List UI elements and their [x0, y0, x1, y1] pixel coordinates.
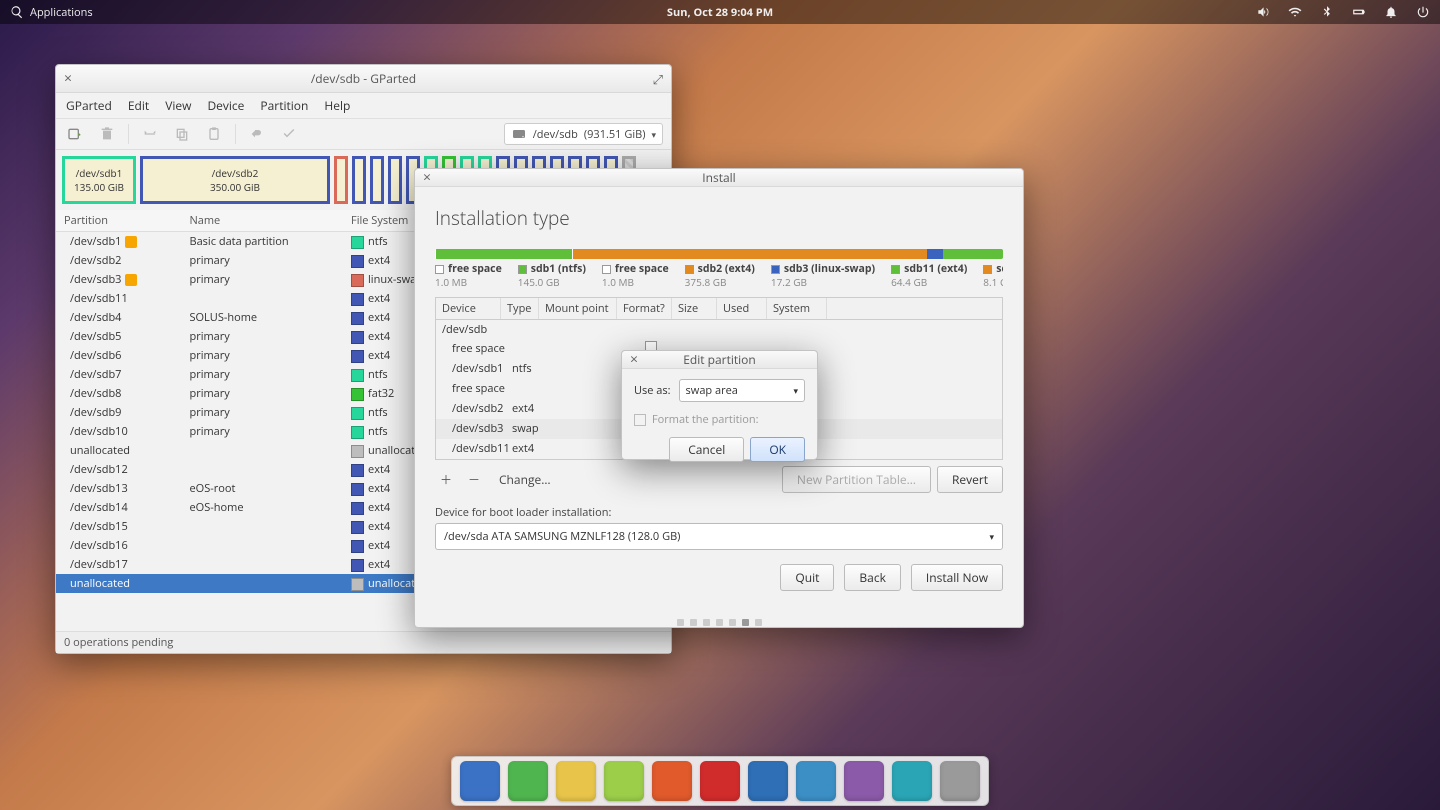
- power-icon[interactable]: [1416, 5, 1430, 19]
- bootloader-label: Device for boot loader installation:: [435, 505, 1003, 520]
- undo-icon: [246, 123, 268, 145]
- delete-partition-icon: [96, 123, 118, 145]
- chevron-down-icon: ▾: [793, 384, 798, 397]
- dock-app-5[interactable]: [700, 761, 740, 801]
- dock-app-4[interactable]: [652, 761, 692, 801]
- dock-app-10[interactable]: [940, 761, 980, 801]
- change-button[interactable]: Change…: [491, 468, 559, 491]
- wifi-icon[interactable]: [1288, 5, 1302, 19]
- gparted-titlebar[interactable]: × /dev/sdb - GParted ⤢: [56, 65, 671, 93]
- add-button[interactable]: ＋: [435, 468, 457, 490]
- disk-icon: [511, 126, 527, 142]
- copy-icon: [171, 123, 193, 145]
- dock-app-0[interactable]: [460, 761, 500, 801]
- dock-app-3[interactable]: [604, 761, 644, 801]
- battery-icon[interactable]: [1352, 5, 1366, 19]
- format-checkbox: Format the partition:: [634, 412, 805, 427]
- close-icon[interactable]: ×: [64, 72, 72, 86]
- dock-app-6[interactable]: [748, 761, 788, 801]
- device-selector[interactable]: /dev/sdb (931.51 GiB) ▾: [504, 123, 663, 145]
- install-row[interactable]: /dev/sdb: [436, 320, 1002, 339]
- install-title: Install: [702, 169, 735, 186]
- disk-legend: free space1.0 MBsdb1 (ntfs)145.0 GBfree …: [435, 263, 1003, 289]
- use-as-label: Use as:: [634, 383, 671, 398]
- menu-device[interactable]: Device: [207, 97, 244, 114]
- clock[interactable]: Sun, Oct 28 9:04 PM: [667, 5, 773, 20]
- bluetooth-icon[interactable]: [1320, 5, 1334, 19]
- bootloader-select[interactable]: /dev/sda ATA SAMSUNG MZNLF128 (128.0 GB)…: [435, 523, 1003, 550]
- menu-gparted[interactable]: GParted: [66, 97, 112, 114]
- quit-button[interactable]: Quit: [780, 564, 834, 591]
- edit-partition-title: Edit partition: [683, 351, 756, 368]
- checkbox-icon: [634, 414, 646, 426]
- dock-app-9[interactable]: [892, 761, 932, 801]
- dock-app-1[interactable]: [508, 761, 548, 801]
- page-heading: Installation type: [435, 205, 1003, 231]
- applications-launcher[interactable]: Applications: [10, 5, 93, 20]
- cancel-button[interactable]: Cancel: [669, 437, 744, 462]
- maximize-icon[interactable]: ⤢: [653, 70, 663, 88]
- menu-partition[interactable]: Partition: [260, 97, 308, 114]
- install-now-button[interactable]: Install Now: [911, 564, 1003, 591]
- chevron-down-icon: ▾: [989, 530, 994, 543]
- edit-partition-dialog: × Edit partition Use as: swap area ▾ For…: [621, 350, 818, 460]
- dock-app-7[interactable]: [796, 761, 836, 801]
- back-button[interactable]: Back: [844, 564, 900, 591]
- close-icon[interactable]: ×: [630, 353, 638, 367]
- disk-usage-bar: [435, 249, 1003, 259]
- revert-button[interactable]: Revert: [937, 466, 1003, 493]
- install-titlebar[interactable]: × Install: [415, 169, 1023, 187]
- remove-button[interactable]: －: [463, 468, 485, 490]
- paste-icon: [203, 123, 225, 145]
- top-bar: Applications Sun, Oct 28 9:04 PM: [0, 0, 1440, 24]
- chevron-down-icon: ▾: [651, 128, 656, 141]
- gparted-menubar: GParted Edit View Device Partition Help: [56, 93, 671, 119]
- menu-help[interactable]: Help: [324, 97, 350, 114]
- dock-app-8[interactable]: [844, 761, 884, 801]
- menu-view[interactable]: View: [165, 97, 191, 114]
- dock-app-2[interactable]: [556, 761, 596, 801]
- close-icon[interactable]: ×: [423, 171, 431, 185]
- wizard-steps: [435, 619, 1003, 626]
- dock: [451, 756, 989, 806]
- notification-icon[interactable]: [1384, 5, 1398, 19]
- ok-button[interactable]: OK: [750, 437, 805, 462]
- menu-edit[interactable]: Edit: [128, 97, 149, 114]
- gparted-title: /dev/sdb - GParted: [311, 70, 416, 87]
- search-icon: [10, 5, 24, 19]
- use-as-select[interactable]: swap area ▾: [679, 379, 805, 402]
- volume-icon[interactable]: [1256, 5, 1270, 19]
- new-partition-icon[interactable]: [64, 123, 86, 145]
- apply-icon: [278, 123, 300, 145]
- applications-label: Applications: [30, 5, 93, 20]
- gparted-toolbar: /dev/sdb (931.51 GiB) ▾: [56, 119, 671, 150]
- resize-icon: [139, 123, 161, 145]
- edit-partition-titlebar[interactable]: × Edit partition: [622, 351, 817, 369]
